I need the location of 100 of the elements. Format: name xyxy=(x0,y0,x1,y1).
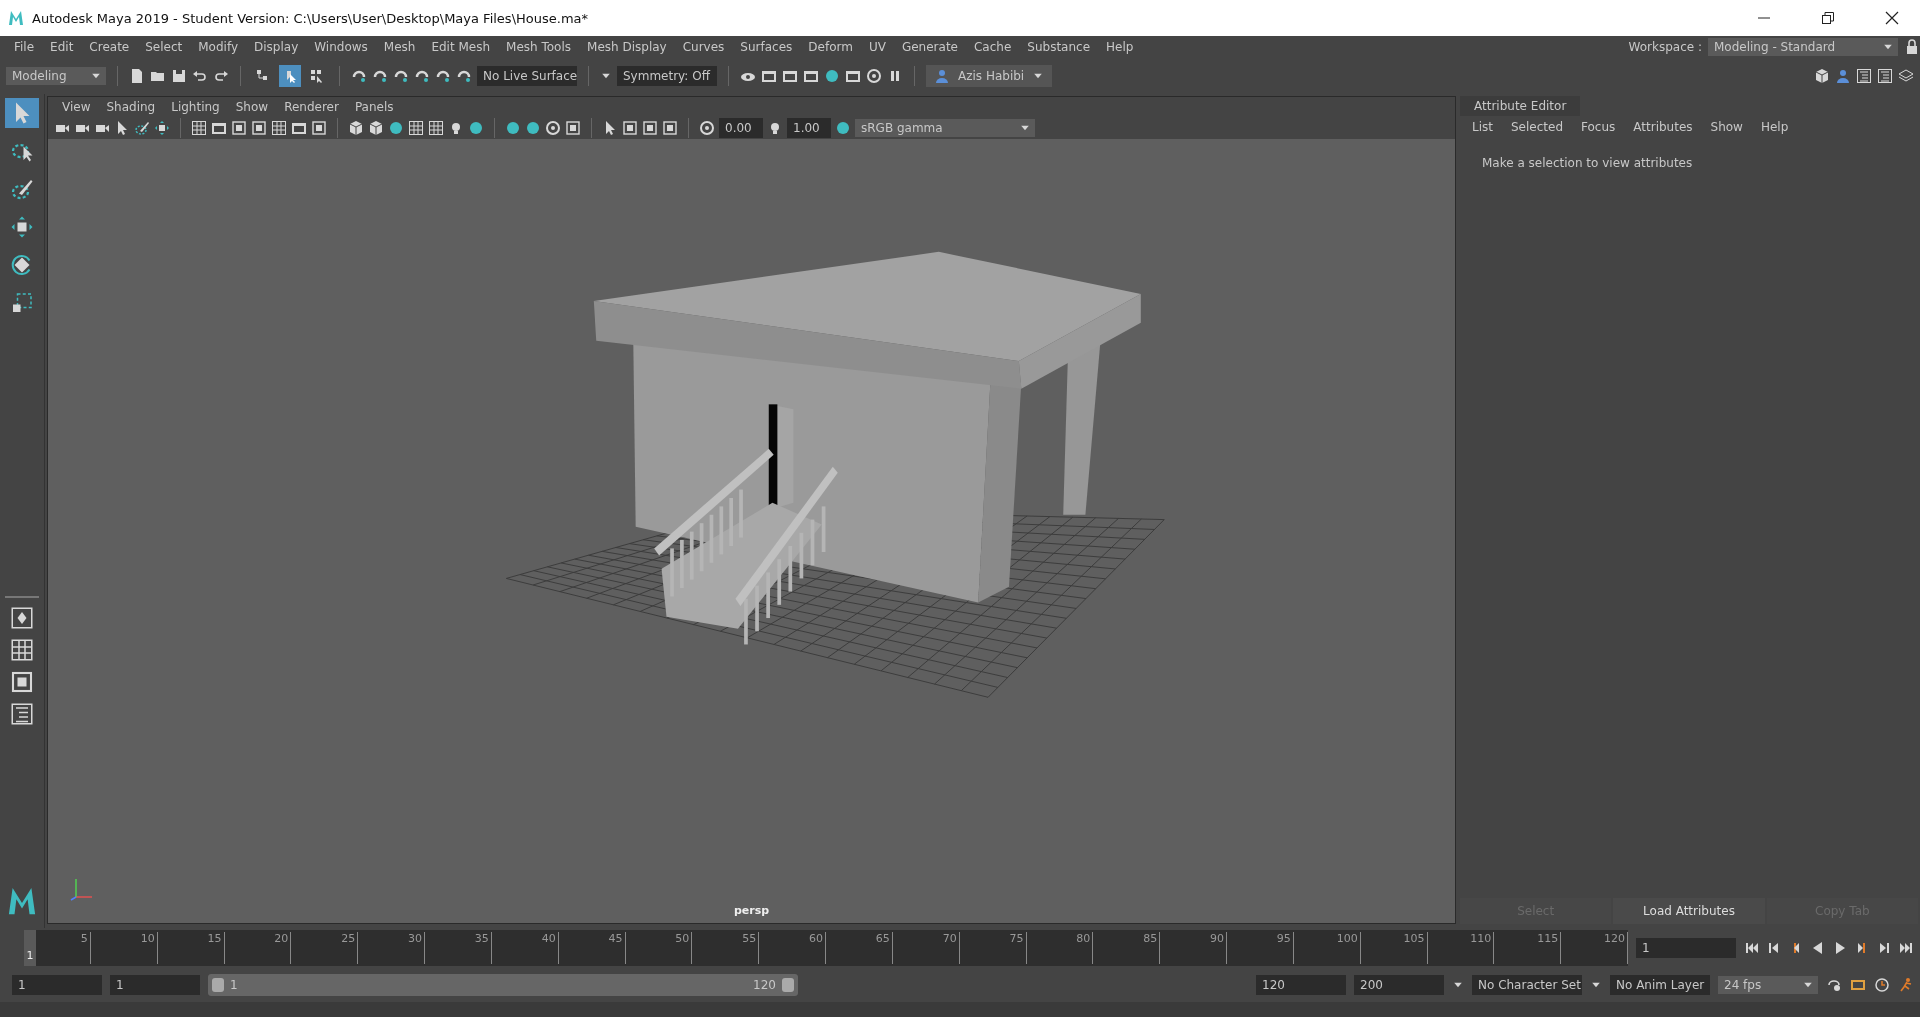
outliner-icon[interactable] xyxy=(1856,68,1872,84)
sphere-icon[interactable] xyxy=(505,120,521,136)
lock-icon[interactable] xyxy=(1904,39,1920,55)
menu-item[interactable]: Generate xyxy=(893,40,966,54)
menu-item[interactable]: Modify xyxy=(190,40,246,54)
current-frame-field[interactable]: 1 xyxy=(1636,938,1736,958)
outliner-icon[interactable] xyxy=(1877,68,1893,84)
sphere-icon[interactable] xyxy=(388,120,404,136)
range-slider[interactable]: 1 120 xyxy=(208,974,798,996)
square-icon[interactable] xyxy=(565,120,581,136)
menu-item[interactable]: Surfaces xyxy=(732,40,801,54)
menu-item[interactable]: Help xyxy=(1752,120,1797,134)
outliner-icon[interactable] xyxy=(10,702,34,726)
fps-dropdown[interactable]: 24 fps xyxy=(1718,976,1818,994)
end-time-field[interactable]: 200 xyxy=(1354,975,1444,995)
menu-item[interactable]: Windows xyxy=(306,40,376,54)
menu-item[interactable]: Curves xyxy=(674,40,733,54)
sphere-icon[interactable] xyxy=(525,120,541,136)
person-icon[interactable] xyxy=(1835,68,1851,84)
square-icon[interactable] xyxy=(662,120,678,136)
playhead[interactable]: 1 xyxy=(24,930,36,966)
clock-icon[interactable] xyxy=(1874,977,1890,993)
move-icon[interactable] xyxy=(154,120,170,136)
skip-end-icon[interactable] xyxy=(1898,940,1914,956)
gamma-field[interactable]: 1.00 xyxy=(787,118,831,138)
move-icon xyxy=(10,215,34,239)
aperture-icon[interactable] xyxy=(545,120,561,136)
panel-tab[interactable]: Attribute Editor xyxy=(1460,96,1581,116)
menu-item[interactable]: Mesh Display xyxy=(579,40,675,54)
undo-icon[interactable] xyxy=(192,68,208,84)
grid-icon[interactable] xyxy=(191,120,207,136)
menu-item[interactable]: Cache xyxy=(965,40,1020,54)
menu-item[interactable]: Show xyxy=(1702,120,1751,134)
square-icon[interactable] xyxy=(622,120,638,136)
restore-icon[interactable] xyxy=(1820,10,1836,26)
color-space-dropdown[interactable]: sRGB gamma xyxy=(855,119,1035,137)
menu-item[interactable]: Panels xyxy=(346,100,402,114)
menu-item[interactable]: Renderer xyxy=(276,100,347,114)
menu-item[interactable]: Edit Mesh xyxy=(423,40,499,54)
cube-icon[interactable] xyxy=(1814,68,1830,84)
start-time-field[interactable]: 1 xyxy=(12,975,102,995)
menu-item[interactable]: Select xyxy=(137,40,191,54)
close-icon[interactable] xyxy=(1884,10,1900,26)
menu-item[interactable]: Mesh xyxy=(375,40,424,54)
layers-icon[interactable] xyxy=(1898,68,1914,84)
live-surface-field[interactable]: No Live Surface xyxy=(477,66,577,86)
frame-number: 55 xyxy=(742,932,757,947)
grid-icon[interactable] xyxy=(10,638,34,662)
menu-item[interactable]: Deform xyxy=(800,40,861,54)
menu-item[interactable]: List xyxy=(1464,120,1501,134)
character-set-field[interactable]: No Character Set xyxy=(1472,975,1582,995)
square-icon[interactable] xyxy=(642,120,658,136)
menu-item[interactable]: Edit xyxy=(42,40,82,54)
exposure-field[interactable]: 0.00 xyxy=(719,118,763,138)
menu-item[interactable]: Attributes xyxy=(1625,120,1701,134)
menu-item[interactable]: Focus xyxy=(1573,120,1624,134)
menu-item[interactable]: Mesh Tools xyxy=(498,40,580,54)
runner-icon[interactable] xyxy=(1898,977,1914,993)
time-slider[interactable]: 5 10 15 20 25 30 35 40 45 50 55 60 65 70 75 80 85 90 95 100 105 110 115 120 1 xyxy=(24,930,1628,966)
sphere-icon[interactable] xyxy=(835,120,851,136)
menu-item[interactable]: View xyxy=(54,100,99,114)
menu-item[interactable]: Show xyxy=(227,100,277,114)
aperture-icon[interactable] xyxy=(699,120,715,136)
menu-item[interactable]: Help xyxy=(1098,40,1142,54)
logo-icon xyxy=(7,886,37,916)
file-icon[interactable] xyxy=(129,68,145,84)
grid-icon[interactable] xyxy=(408,120,424,136)
menu-item[interactable]: Lighting xyxy=(163,100,228,114)
menu-set-dropdown[interactable]: Modeling xyxy=(6,67,106,85)
redo-icon[interactable] xyxy=(213,68,229,84)
save-icon[interactable] xyxy=(171,68,187,84)
range-start-field[interactable]: 1 xyxy=(110,975,200,995)
panel-button[interactable]: Load Attributes xyxy=(1613,898,1765,924)
symmetry-field[interactable]: Symmetry: Off xyxy=(617,66,717,86)
user-account-button[interactable]: Azis Habibi xyxy=(926,65,1053,87)
menu-item[interactable]: File xyxy=(6,40,43,54)
menu-item[interactable]: Create xyxy=(81,40,138,54)
skip-start-icon[interactable] xyxy=(1744,940,1760,956)
menu-item[interactable]: Display xyxy=(246,40,307,54)
empty-message: Make a selection to view attributes xyxy=(1482,156,1693,170)
square-icon[interactable] xyxy=(311,120,327,136)
range-end-field[interactable]: 120 xyxy=(1256,975,1346,995)
menu-item[interactable]: Shading xyxy=(98,100,164,114)
workspace-dropdown[interactable]: Modeling - Standard xyxy=(1708,38,1898,56)
square-icon[interactable] xyxy=(231,120,247,136)
menu-item[interactable]: UV xyxy=(860,40,894,54)
menu-item[interactable]: Selected xyxy=(1503,120,1571,134)
grid-icon[interactable] xyxy=(428,120,444,136)
aperture-icon[interactable] xyxy=(866,68,882,84)
square-icon[interactable] xyxy=(10,670,34,694)
cube-icon[interactable] xyxy=(348,120,364,136)
paint-brush-icon[interactable] xyxy=(134,120,150,136)
menu-item[interactable]: Substance xyxy=(1019,40,1099,54)
anim-layer-field[interactable]: No Anim Layer xyxy=(1610,975,1710,995)
layout-icon[interactable] xyxy=(10,606,34,630)
cube-icon[interactable] xyxy=(368,120,384,136)
sphere-icon[interactable] xyxy=(468,120,484,136)
sphere-icon[interactable] xyxy=(824,68,840,84)
grid-icon[interactable] xyxy=(271,120,287,136)
square-icon[interactable] xyxy=(251,120,267,136)
